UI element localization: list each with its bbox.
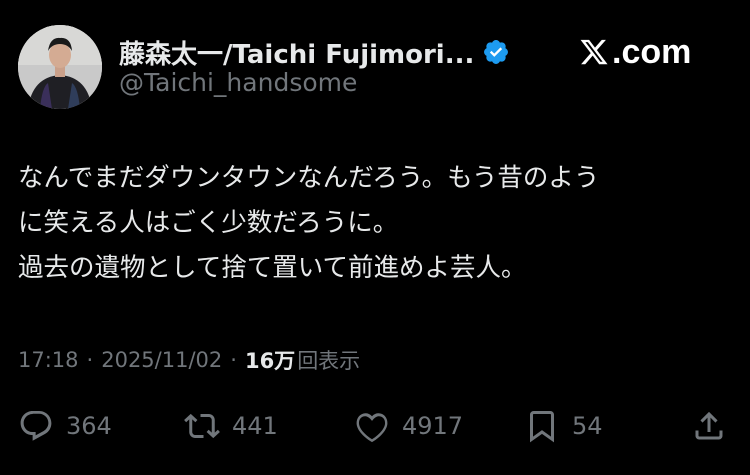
tweet-text: なんでまだダウンタウンなんだろう。もう昔のよう に笑える人はごく少数だろうに。 …	[18, 156, 730, 291]
tweet-date[interactable]: 2025/11/02	[101, 348, 222, 372]
author-handle[interactable]: @Taichi_handsome	[119, 68, 357, 97]
reply-count: 364	[66, 412, 112, 440]
reply-button[interactable]: 364	[18, 404, 112, 448]
author-name-row[interactable]: 藤森太一/Taichi Fujimori...	[119, 32, 510, 72]
tweet-line: 過去の遺物として捨て置いて前進めよ芸人。	[18, 253, 527, 283]
views-label: 回表示	[297, 349, 361, 373]
meta-separator: ·	[86, 348, 94, 372]
brand-domain: .com	[612, 32, 692, 71]
repost-count: 441	[232, 412, 278, 440]
bookmark-icon	[530, 411, 554, 443]
views-count: 16万	[244, 349, 296, 373]
repost-button[interactable]: 441	[184, 404, 278, 448]
bookmark-count: 54	[572, 412, 603, 440]
bookmark-button[interactable]: 54	[524, 404, 603, 448]
share-icon	[695, 411, 723, 440]
meta-separator: ·	[230, 348, 237, 372]
avatar-image	[18, 25, 102, 109]
verified-badge-icon	[482, 38, 510, 66]
reply-icon	[20, 411, 52, 441]
like-button[interactable]: 4917	[354, 404, 463, 448]
repost-icon	[184, 413, 220, 439]
heart-icon	[356, 413, 388, 443]
tweet-time[interactable]: 17:18	[18, 348, 79, 372]
tweet-line: なんでまだダウンタウンなんだろう。もう昔のよう	[18, 163, 600, 193]
tweet-actions: 364 441 4917 54	[18, 404, 732, 448]
x-logo-icon	[580, 39, 608, 65]
like-count: 4917	[402, 412, 464, 440]
avatar[interactable]	[18, 25, 102, 109]
author-display-name[interactable]: 藤森太一/Taichi Fujimori...	[119, 34, 474, 71]
x-brand: .com	[578, 30, 691, 74]
share-button[interactable]	[691, 404, 739, 448]
tweet-line: に笑える人はごく少数だろうに。	[18, 208, 399, 238]
tweet-meta: 17:18 · 2025/11/02 · 16万 回表示	[18, 343, 360, 377]
